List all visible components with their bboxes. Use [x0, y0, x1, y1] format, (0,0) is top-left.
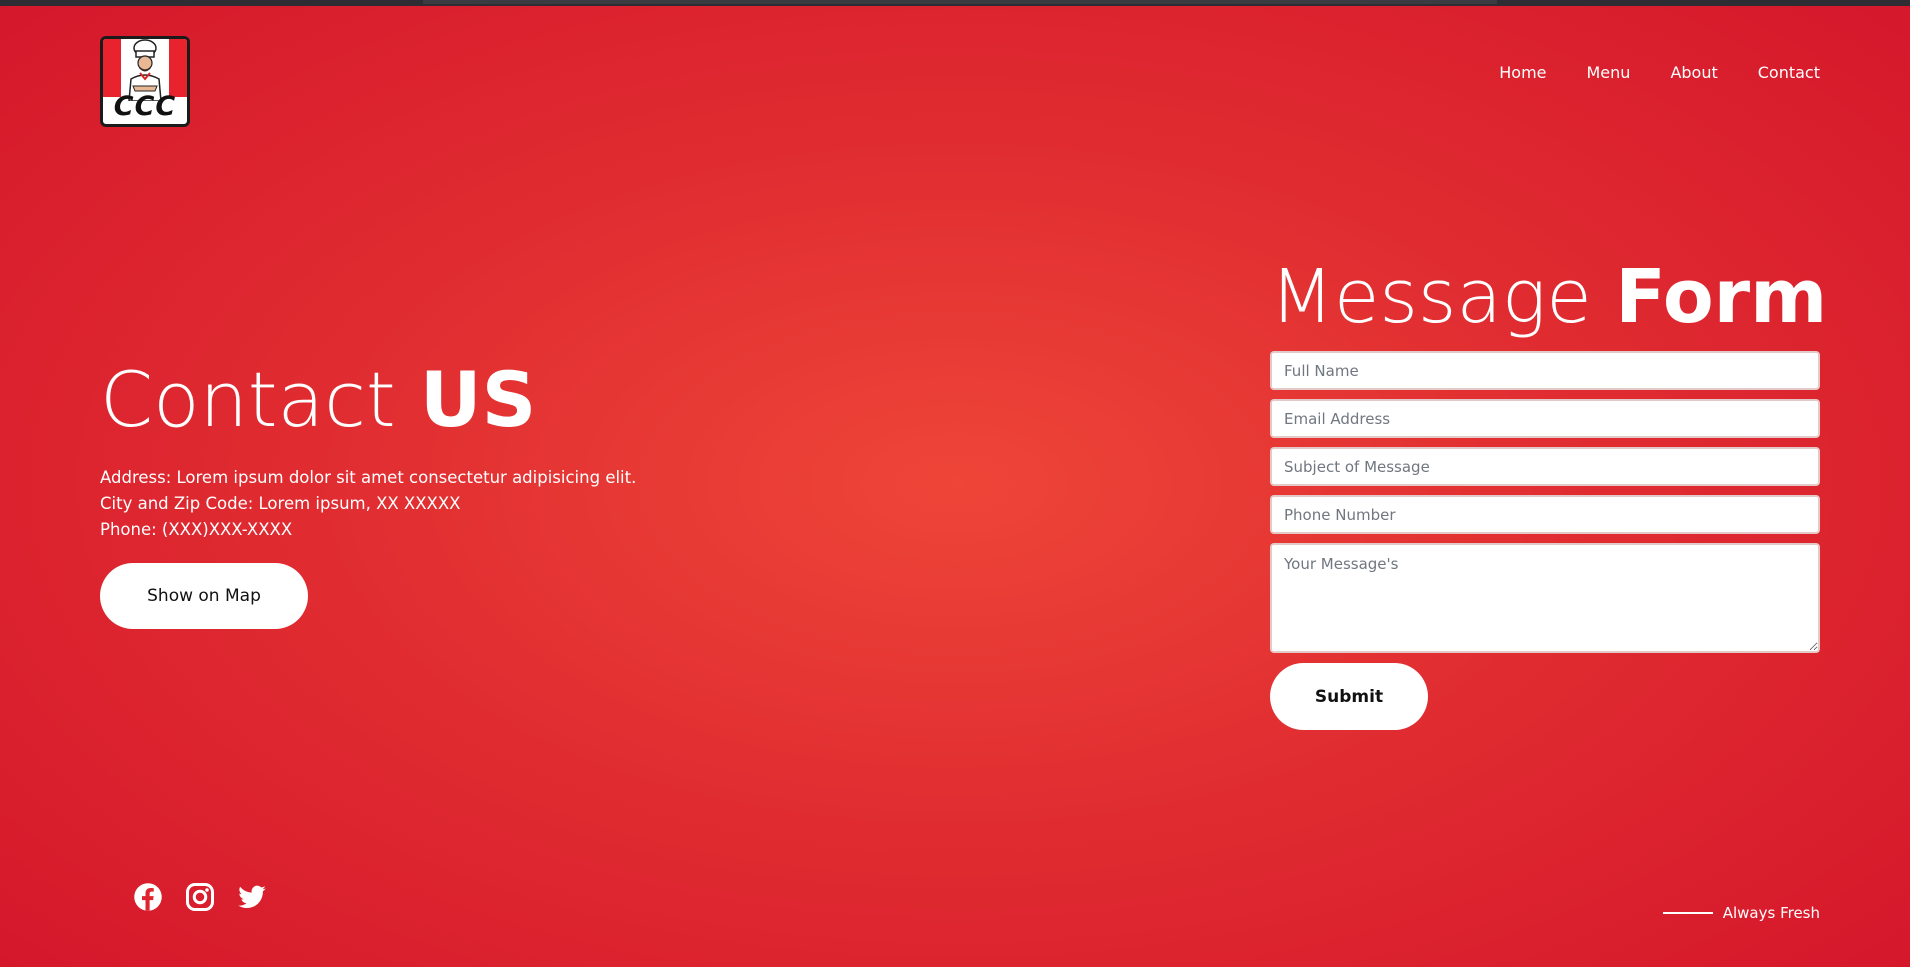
full-name-input[interactable]: [1270, 351, 1820, 390]
tagline-divider: [1662, 912, 1713, 914]
nav-home[interactable]: Home: [1499, 62, 1546, 84]
tagline: Always Fresh: [1662, 904, 1820, 922]
facebook-icon[interactable]: [133, 882, 163, 912]
address-text: Address: Lorem ipsum dolor sit amet cons…: [100, 468, 637, 487]
show-on-map-button[interactable]: Show on Map: [100, 563, 308, 629]
brand-logo[interactable]: CCC: [100, 36, 190, 127]
contact-title-light: Contact: [100, 355, 396, 444]
form-title-bold: Form: [1615, 254, 1828, 340]
contact-title-bold: US: [419, 355, 537, 444]
twitter-icon[interactable]: [237, 882, 267, 912]
city-zip-text: City and Zip Code: Lorem ipsum, XX XXXXX: [100, 494, 461, 513]
tagline-text: Always Fresh: [1722, 904, 1820, 922]
phone-text: Phone: (XXX)XXX-XXXX: [100, 520, 293, 539]
email-input[interactable]: [1270, 399, 1820, 438]
subject-input[interactable]: [1270, 447, 1820, 486]
main-nav: Home Menu About Contact: [1499, 62, 1820, 84]
message-textarea[interactable]: [1270, 543, 1820, 653]
contact-info: Address: Lorem ipsum dolor sit amet cons…: [100, 465, 636, 543]
nav-contact[interactable]: Contact: [1758, 62, 1820, 84]
browser-top-bar: [0, 0, 1910, 6]
nav-about[interactable]: About: [1670, 62, 1717, 84]
instagram-icon[interactable]: [185, 882, 215, 912]
submit-button[interactable]: Submit: [1270, 663, 1428, 730]
form-title: Message Form: [1270, 252, 1827, 342]
contact-title: Contact US: [100, 355, 536, 445]
nav-menu[interactable]: Menu: [1587, 62, 1631, 84]
logo-text: CCC: [113, 91, 177, 122]
scroll-track: [423, 0, 1497, 4]
social-links: [133, 882, 267, 912]
form-title-light: Message: [1270, 254, 1592, 340]
phone-input[interactable]: [1270, 495, 1820, 534]
